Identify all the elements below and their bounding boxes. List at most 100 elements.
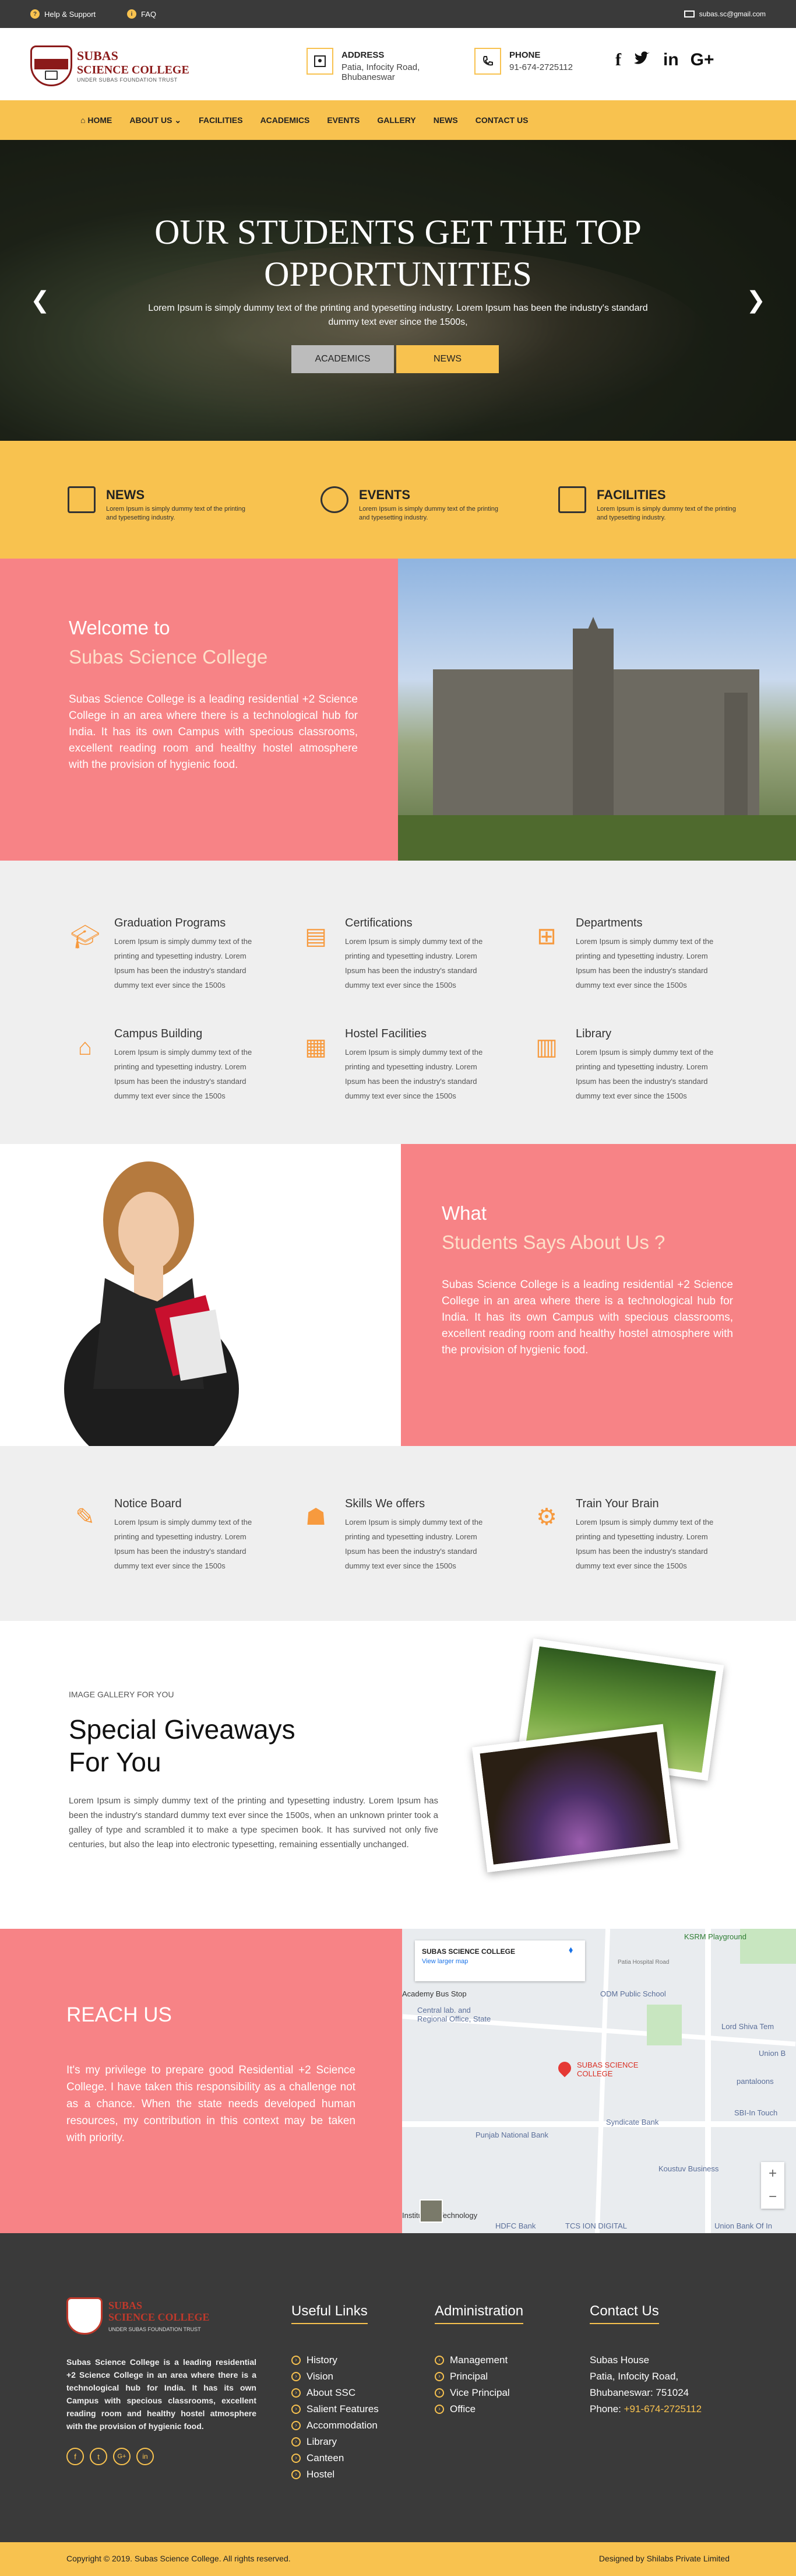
email-link[interactable]: subas.sc@gmail.com bbox=[684, 0, 766, 28]
map-pin-icon bbox=[307, 48, 333, 75]
gallery-title: Special Giveaways For You bbox=[69, 1714, 295, 1777]
footer-link[interactable]: › Canteen bbox=[291, 2450, 379, 2466]
service-library[interactable]: ▥ Library Lorem Ipsum is simply dummy te… bbox=[529, 1027, 727, 1115]
feature-events[interactable]: EVENTS Lorem Ipsum is simply dummy text … bbox=[320, 483, 530, 521]
reach-text: It's my privilege to prepare good Reside… bbox=[66, 2064, 355, 2144]
nav-events[interactable]: EVENTS bbox=[327, 115, 360, 125]
footer-link[interactable]: › Accommodation bbox=[291, 2417, 379, 2434]
map-card-title: SUBAS SCIENCE COLLEGE bbox=[422, 1947, 516, 1956]
help-support-label: Help & Support bbox=[44, 9, 96, 19]
books-icon: ▥ bbox=[536, 1034, 558, 1060]
contact-line1: Patia, Infocity Road, bbox=[590, 2371, 679, 2382]
arrow-circle-icon: › bbox=[435, 2372, 444, 2381]
gallery-photo-graduation[interactable] bbox=[472, 1724, 678, 1873]
footer-logo[interactable]: SUBAS SCIENCE COLLEGE UNDER SUBAS FOUNDAT… bbox=[66, 2297, 218, 2338]
street-view-thumbnail[interactable] bbox=[420, 2199, 443, 2223]
useful-links-heading: Useful Links bbox=[291, 2303, 368, 2324]
footer-link[interactable]: › Library bbox=[291, 2434, 379, 2450]
view-larger-map-link[interactable]: View larger map bbox=[422, 1958, 468, 1965]
google-plus-icon[interactable]: G+ bbox=[113, 2448, 131, 2465]
nav-contact-us[interactable]: CONTACT US bbox=[476, 115, 529, 125]
service-title: Library bbox=[576, 1027, 612, 1040]
map-label: Patia Hospital Road bbox=[618, 1959, 670, 1966]
college-logo[interactable]: SUBAS SCIENCE COLLEGE UNDER SUBAS FOUNDA… bbox=[30, 45, 189, 86]
skill-title: Train Your Brain bbox=[576, 1497, 659, 1510]
google-plus-icon[interactable]: G+ bbox=[691, 50, 714, 72]
footer-link[interactable]: › Principal bbox=[435, 2368, 510, 2385]
designer-credit[interactable]: Designed by Shilabs Private Limited bbox=[599, 2554, 730, 2563]
footer-link[interactable]: › Salient Features bbox=[291, 2401, 379, 2417]
skill-title: Skills We offers bbox=[345, 1497, 425, 1510]
skill-notice-board[interactable]: ✎ Notice Board Lorem Ipsum is simply dum… bbox=[68, 1497, 266, 1585]
service-text: Lorem Ipsum is simply dummy text of the … bbox=[576, 1048, 714, 1100]
footer-link[interactable]: › Hostel bbox=[291, 2466, 379, 2483]
arrow-circle-icon: › bbox=[291, 2454, 301, 2463]
slider-next-icon[interactable]: ❯ bbox=[746, 287, 766, 314]
footer-link[interactable]: › About SSC bbox=[291, 2385, 379, 2401]
help-support-link[interactable]: ? Help & Support bbox=[30, 0, 96, 28]
welcome-subheading: Subas Science College bbox=[69, 646, 268, 668]
service-hostel-facilities[interactable]: ▦ Hostel Facilities Lorem Ipsum is simpl… bbox=[298, 1027, 496, 1115]
zoom-in-button[interactable]: + bbox=[761, 2162, 784, 2185]
zoom-out-button[interactable]: − bbox=[761, 2185, 784, 2209]
service-title: Campus Building bbox=[114, 1027, 203, 1040]
feature-facilities[interactable]: FACILITIES Lorem Ipsum is simply dummy t… bbox=[558, 483, 768, 521]
feature-text: Lorem Ipsum is simply dummy text of the … bbox=[359, 506, 499, 521]
skill-text: Lorem Ipsum is simply dummy text of the … bbox=[114, 1518, 252, 1570]
contact-phone[interactable]: +91-674-2725112 bbox=[624, 2403, 702, 2414]
service-graduation-programs[interactable]: 🎓︎ Graduation Programs Lorem Ipsum is si… bbox=[68, 917, 266, 1004]
linkedin-icon[interactable]: in bbox=[136, 2448, 154, 2465]
phone-number[interactable]: 91-674-2725112 bbox=[509, 62, 573, 72]
help-icon: ? bbox=[30, 9, 40, 19]
main-nav: ⌂ HOME ABOUT US ⌄ FACILITIES ACADEMICS E… bbox=[0, 100, 796, 140]
map-pin-label: SUBAS SCIENCE COLLEGE bbox=[577, 2061, 639, 2078]
nav-home[interactable]: ⌂ HOME bbox=[80, 115, 112, 125]
footer-link[interactable]: › History bbox=[291, 2352, 379, 2368]
nav-facilities[interactable]: FACILITIES bbox=[199, 115, 242, 125]
arrow-circle-icon: › bbox=[435, 2356, 444, 2365]
footer-link[interactable]: › Vision bbox=[291, 2368, 379, 2385]
map-label: Union Bank Of In bbox=[714, 2221, 772, 2230]
service-certifications[interactable]: ▤ Certifications Lorem Ipsum is simply d… bbox=[298, 917, 496, 1004]
linkedin-icon[interactable]: in bbox=[663, 50, 679, 72]
footer-link[interactable]: › Management bbox=[435, 2352, 510, 2368]
faq-label: FAQ bbox=[141, 9, 157, 19]
nav-about-us[interactable]: ABOUT US ⌄ bbox=[129, 115, 181, 125]
service-departments[interactable]: ⊞ Departments Lorem Ipsum is simply dumm… bbox=[529, 917, 727, 1004]
map-label: Lord Shiva Tem bbox=[721, 2022, 774, 2031]
location-map[interactable]: SUBAS SCIENCE COLLEGE View larger map ⬧ … bbox=[402, 1929, 796, 2233]
faq-link[interactable]: i FAQ bbox=[127, 0, 156, 28]
news-button[interactable]: NEWS bbox=[396, 345, 499, 373]
campus-building-icon: ⌂ bbox=[78, 1034, 93, 1060]
service-campus-building[interactable]: ⌂ Campus Building Lorem Ipsum is simply … bbox=[68, 1027, 266, 1115]
logo-title: SUBAS SCIENCE COLLEGE bbox=[77, 48, 189, 77]
certificate-icon: ▤ bbox=[305, 924, 327, 949]
copyright-bar: Copyright © 2019. Subas Science College.… bbox=[0, 2542, 796, 2576]
map-pin-icon[interactable] bbox=[555, 2059, 574, 2077]
facebook-icon[interactable]: f bbox=[615, 50, 621, 72]
skill-train-your-brain[interactable]: ⚙ Train Your Brain Lorem Ipsum is simply… bbox=[529, 1497, 727, 1585]
service-text: Lorem Ipsum is simply dummy text of the … bbox=[114, 937, 252, 989]
teaching-icon: ☗ bbox=[305, 1504, 326, 1530]
footer-contact: Subas House Patia, Infocity Road, Bhuban… bbox=[590, 2352, 702, 2417]
skill-text: Lorem Ipsum is simply dummy text of the … bbox=[345, 1518, 483, 1570]
nav-news[interactable]: NEWS bbox=[434, 115, 458, 125]
nav-academics[interactable]: ACADEMICS bbox=[260, 115, 310, 125]
academics-button[interactable]: ACADEMICS bbox=[291, 345, 394, 373]
skill-skills-we-offer[interactable]: ☗ Skills We offers Lorem Ipsum is simply… bbox=[298, 1497, 496, 1585]
slider-prev-icon[interactable]: ❮ bbox=[30, 287, 50, 314]
service-text: Lorem Ipsum is simply dummy text of the … bbox=[576, 937, 714, 989]
address-line2: Bhubaneswar bbox=[341, 72, 395, 82]
feature-title: NEWS bbox=[106, 487, 145, 502]
testimonial-text: Subas Science College is a leading resid… bbox=[442, 1279, 733, 1356]
feature-news[interactable]: NEWS Lorem Ipsum is simply dummy text of… bbox=[68, 483, 277, 521]
twitter-icon[interactable] bbox=[633, 50, 651, 72]
facebook-icon[interactable]: f bbox=[66, 2448, 84, 2465]
footer-link[interactable]: › Vice Principal bbox=[435, 2385, 510, 2401]
skill-text: Lorem Ipsum is simply dummy text of the … bbox=[576, 1518, 714, 1570]
footer-link[interactable]: › Office bbox=[435, 2401, 510, 2417]
nav-gallery[interactable]: GALLERY bbox=[377, 115, 415, 125]
footer-about: Subas Science College is a leading resid… bbox=[66, 2357, 256, 2431]
twitter-icon[interactable]: t bbox=[90, 2448, 107, 2465]
directions-icon[interactable]: ⬧ bbox=[569, 1945, 573, 1956]
